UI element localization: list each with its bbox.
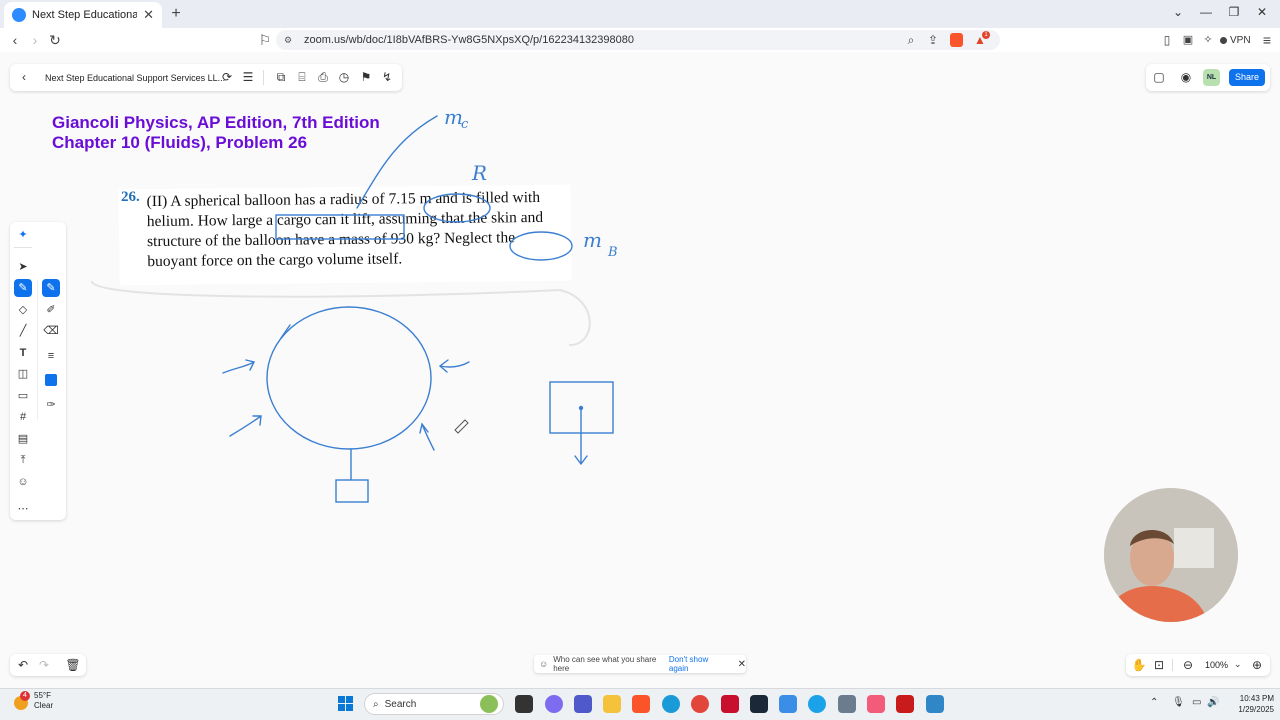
app-blue-icon[interactable] (808, 695, 826, 713)
taskbar-clock[interactable]: 10:43 PM 1/29/2025 (1222, 693, 1274, 715)
copilot-icon[interactable] (545, 695, 563, 713)
label-radius: R (471, 161, 487, 185)
volume-icon[interactable]: 🔊 (1207, 697, 1219, 708)
pressure-arrow-left-bottom (229, 415, 262, 437)
zoom-in-icon[interactable]: ⊕ (1249, 657, 1265, 673)
zoom-divider (1172, 659, 1173, 671)
whiteboard-app-icon[interactable] (926, 695, 944, 713)
notice-close-icon[interactable]: ✕ (738, 659, 746, 670)
task-view-icon[interactable] (515, 695, 533, 713)
delete-icon[interactable]: 🗑 (65, 657, 81, 673)
arrow-to-mc (356, 115, 438, 209)
label-m-balloon: m (583, 228, 602, 252)
notice-text: Who can see what you share here (553, 655, 657, 673)
box-cargo (275, 214, 405, 240)
search-icon: ⌕ (373, 698, 379, 710)
tray-chevron-icon[interactable]: ⌃ (1150, 697, 1158, 708)
cargo-box-sketch (335, 479, 369, 503)
steam-icon[interactable] (750, 695, 768, 713)
weather-condition: Clear (34, 701, 54, 710)
snipping-tool-icon[interactable] (779, 695, 797, 713)
redo-icon[interactable]: ↷ (36, 657, 52, 673)
search-label: Search (384, 698, 417, 710)
itunes-icon[interactable] (867, 695, 885, 713)
label-m-balloon-sub: B (607, 245, 618, 260)
pressure-arrow-right-top (438, 359, 470, 373)
windows-start-icon[interactable] (338, 696, 353, 711)
zoom-out-icon[interactable]: ⊖ (1180, 657, 1196, 673)
copilot-landscape-icon[interactable] (480, 695, 498, 713)
network-icon[interactable]: ▭ (1192, 697, 1201, 708)
circle-mass (509, 231, 573, 261)
label-m-cargo-sub: c (461, 117, 469, 132)
acrobat-icon[interactable] (896, 695, 914, 713)
people-icon: ☺ (539, 659, 549, 669)
edge-icon[interactable] (662, 695, 680, 713)
weather-temp: 55°F (34, 691, 51, 700)
balloon-mark (280, 324, 291, 339)
clock-date: 1/29/2025 (1238, 705, 1274, 714)
chrome-icon[interactable] (691, 695, 709, 713)
pressure-arrow-left-top (222, 359, 256, 374)
weight-arrow (574, 407, 588, 466)
webcam-video (1104, 488, 1238, 622)
circle-radius (423, 193, 491, 223)
pan-hand-icon[interactable]: ✋ (1131, 657, 1147, 673)
weather-badge: 4 (20, 691, 30, 701)
balloon-sketch (266, 306, 432, 450)
zoom-level[interactable]: 100% (1205, 660, 1228, 670)
free-body-point (578, 405, 584, 411)
faint-selection-trace (91, 281, 591, 346)
app-red-icon[interactable] (721, 695, 739, 713)
pressure-arrow-right-bottom (419, 422, 435, 451)
calculator-icon[interactable] (838, 695, 856, 713)
undo-icon[interactable]: ↶ (15, 657, 31, 673)
lock-icon[interactable]: ⊡ (1151, 657, 1167, 673)
microphone-icon[interactable]: 🎙 (1172, 697, 1185, 708)
ink-layer: m c R m B (91, 105, 618, 503)
zoom-dropdown-icon[interactable]: ⌄ (1234, 659, 1242, 670)
clock-time: 10:43 PM (1239, 694, 1274, 703)
teams-icon[interactable] (574, 695, 592, 713)
file-explorer-icon[interactable] (603, 695, 621, 713)
weather-widget[interactable]: 55°F Clear (34, 691, 53, 711)
share-notice: ☺ Who can see what you share here Don't … (534, 655, 746, 673)
dont-show-again-link[interactable]: Don't show again (669, 655, 725, 673)
brave-icon[interactable] (632, 695, 650, 713)
webcam-person (1104, 488, 1238, 622)
pencil-cursor-icon (454, 419, 469, 434)
